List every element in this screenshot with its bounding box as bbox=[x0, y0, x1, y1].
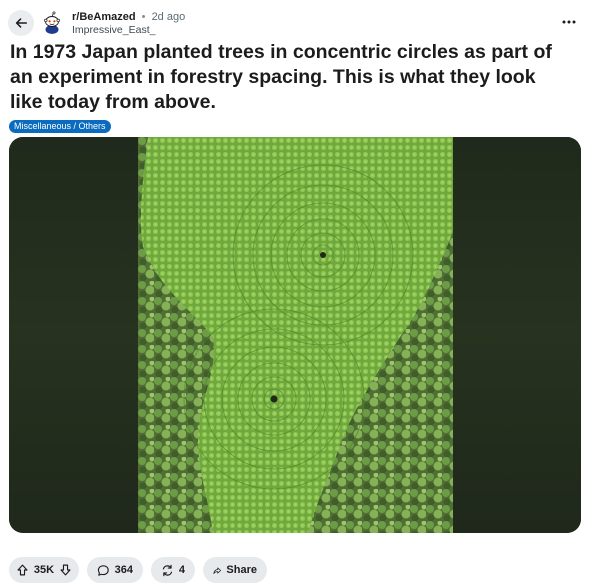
arrow-left-icon bbox=[15, 18, 28, 28]
comment-count: 364 bbox=[114, 564, 133, 576]
post-age: 2d ago bbox=[151, 11, 186, 23]
share-label: Share bbox=[226, 564, 257, 576]
arrow-up-icon[interactable] bbox=[16, 563, 29, 577]
speech-bubble-icon bbox=[97, 564, 109, 576]
post-media[interactable] bbox=[9, 137, 581, 533]
ellipsis-icon bbox=[562, 20, 576, 24]
post-flair[interactable]: Miscellaneous / Others bbox=[9, 120, 111, 133]
author-link[interactable]: Impressive_East_ bbox=[72, 24, 155, 37]
subreddit-avatar[interactable] bbox=[40, 10, 64, 34]
meta-separator: • bbox=[141, 11, 146, 23]
snoo-avatar-icon bbox=[40, 10, 64, 34]
back-button[interactable] bbox=[8, 10, 34, 36]
vote-control: 35K bbox=[9, 557, 79, 583]
upvote-count: 35K bbox=[33, 564, 55, 576]
post-header: r/BeAmazed • 2d ago Impressive_East_ bbox=[0, 0, 600, 40]
crosspost-button[interactable]: 4 bbox=[151, 557, 195, 583]
more-options-button[interactable] bbox=[556, 12, 582, 32]
comments-button[interactable]: 364 bbox=[87, 557, 143, 583]
subreddit-link[interactable]: r/BeAmazed bbox=[72, 11, 136, 23]
share-button[interactable]: Share bbox=[203, 557, 267, 583]
forest-aerial-photo bbox=[138, 137, 453, 533]
crosspost-arrows-icon bbox=[162, 564, 173, 576]
post-title[interactable]: In 1973 Japan planted trees in concentri… bbox=[10, 40, 570, 115]
media-blur-left bbox=[9, 137, 138, 533]
arrow-down-icon[interactable] bbox=[59, 563, 72, 577]
share-arrow-icon bbox=[213, 566, 222, 574]
media-blur-right bbox=[453, 137, 581, 533]
subreddit-meta: r/BeAmazed • 2d ago bbox=[72, 10, 185, 24]
crosspost-count: 4 bbox=[178, 564, 185, 576]
